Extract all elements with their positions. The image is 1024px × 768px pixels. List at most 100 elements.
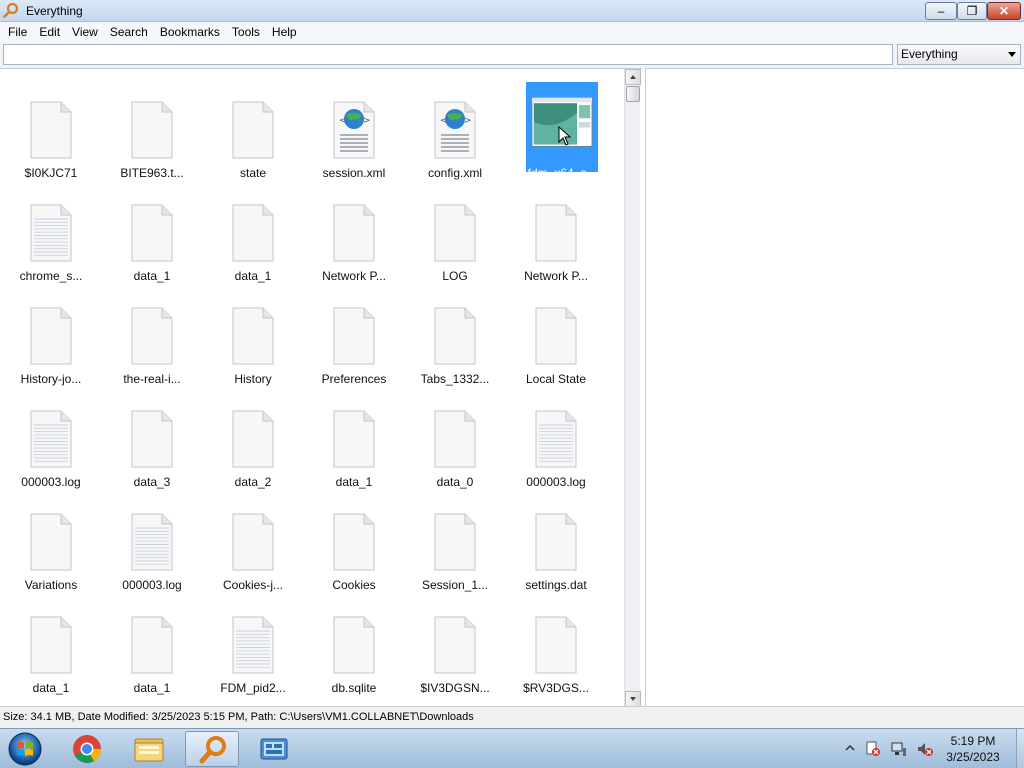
blank-file-icon <box>534 203 578 263</box>
file-item[interactable]: data_1 <box>318 391 390 489</box>
blank-file-icon <box>231 409 275 469</box>
file-item[interactable]: state <box>217 82 289 180</box>
file-name: data_3 <box>133 475 171 489</box>
close-button[interactable]: ✕ <box>987 2 1021 20</box>
file-name: History-jo... <box>20 372 82 386</box>
taskbar-control-panel[interactable] <box>247 731 301 767</box>
file-name: data_0 <box>436 475 474 489</box>
filter-dropdown[interactable]: Everything <box>897 44 1021 65</box>
file-item[interactable]: Session_1... <box>419 494 491 592</box>
blank-file-icon <box>231 203 275 263</box>
file-item[interactable]: data_1 <box>116 597 188 695</box>
scroll-down-button[interactable] <box>625 691 641 707</box>
file-name: config.xml <box>427 166 483 180</box>
menu-search[interactable]: Search <box>104 23 154 41</box>
file-item[interactable]: settings.dat <box>520 494 592 592</box>
status-bar: Size: 34.1 MB, Date Modified: 3/25/2023 … <box>0 706 1024 728</box>
file-item[interactable]: Cookies-j... <box>217 494 289 592</box>
scroll-thumb[interactable] <box>626 86 640 102</box>
blank-file-icon <box>332 615 376 675</box>
taskbar: 5:19 PM 3/25/2023 <box>0 728 1024 768</box>
file-item[interactable]: chrome_s... <box>15 185 87 283</box>
show-desktop-button[interactable] <box>1016 729 1024 768</box>
menu-file[interactable]: File <box>2 23 33 41</box>
xml-file-icon: < > <box>332 100 376 160</box>
file-item[interactable]: < > session.xml <box>318 82 390 180</box>
mouse-cursor-icon <box>558 126 572 146</box>
scroll-up-button[interactable] <box>625 69 641 85</box>
file-name: Network P... <box>524 269 588 283</box>
svg-text:<: < <box>440 116 448 126</box>
title-bar[interactable]: Everything ‒ ❐ ✕ <box>0 0 1024 22</box>
file-item[interactable]: Local State <box>520 288 592 386</box>
blank-file-icon <box>433 306 477 366</box>
file-name: Local State <box>525 372 587 386</box>
file-item[interactable]: 000003.log <box>520 391 592 489</box>
tray-expand-icon[interactable] <box>845 743 855 753</box>
file-item[interactable]: data_3 <box>116 391 188 489</box>
file-item[interactable]: History-jo... <box>15 288 87 386</box>
file-item[interactable]: BITE963.t... <box>116 82 188 180</box>
file-item[interactable]: $RV3DGS... <box>520 597 592 695</box>
maximize-button[interactable]: ❐ <box>957 2 987 20</box>
file-item[interactable]: 000003.log <box>15 391 87 489</box>
blank-file-icon <box>332 409 376 469</box>
file-item[interactable]: Cookies <box>318 494 390 592</box>
blank-file-icon <box>433 615 477 675</box>
file-item[interactable]: $IV3DGSN... <box>419 597 491 695</box>
taskbar-explorer[interactable] <box>122 731 176 767</box>
taskbar-chrome[interactable] <box>60 731 114 767</box>
file-item[interactable]: FDM_pid2... <box>217 597 289 695</box>
file-item[interactable]: Network P... <box>318 185 390 283</box>
blank-file-icon <box>29 615 73 675</box>
file-name: data_1 <box>133 681 171 695</box>
blank-file-icon <box>231 306 275 366</box>
taskbar-clock[interactable]: 5:19 PM 3/25/2023 <box>930 733 1016 765</box>
everything-app-icon <box>3 2 19 18</box>
menu-bookmarks[interactable]: Bookmarks <box>154 23 226 41</box>
svg-text:>: > <box>464 116 472 126</box>
blank-file-icon <box>231 100 275 160</box>
file-item[interactable]: LOG <box>419 185 491 283</box>
file-grid: $I0KJC71 BITE963.t... state < > session.xml < >… <box>0 69 622 707</box>
network-icon[interactable] <box>890 740 908 758</box>
menu-bar: File Edit View Search Bookmarks Tools He… <box>0 22 1024 42</box>
file-item[interactable]: $I0KJC71 <box>15 82 87 180</box>
file-item[interactable]: data_1 <box>15 597 87 695</box>
text-file-icon <box>29 203 73 263</box>
blank-file-icon <box>130 615 174 675</box>
file-item[interactable]: the-real-i... <box>116 288 188 386</box>
magnifier-icon <box>199 736 226 764</box>
file-item[interactable]: Network P... <box>520 185 592 283</box>
file-item[interactable]: 000003.log <box>116 494 188 592</box>
minimize-button[interactable]: ‒ <box>925 2 957 20</box>
windows-start-icon[interactable] <box>4 731 46 767</box>
file-name: History <box>234 372 272 386</box>
file-name: db.sqlite <box>331 681 377 695</box>
file-name: 000003.log <box>21 475 81 489</box>
clock-time: 5:19 PM <box>950 734 996 748</box>
search-input[interactable] <box>3 44 893 65</box>
action-center-icon[interactable] <box>864 740 882 758</box>
menu-view[interactable]: View <box>66 23 104 41</box>
file-item[interactable]: data_1 <box>217 185 289 283</box>
file-item[interactable]: Variations <box>15 494 87 592</box>
file-item[interactable]: < > config.xml <box>419 82 491 180</box>
text-file-icon <box>130 512 174 572</box>
file-item[interactable]: db.sqlite <box>318 597 390 695</box>
menu-edit[interactable]: Edit <box>33 23 66 41</box>
vertical-scrollbar[interactable] <box>624 69 641 707</box>
file-item[interactable]: data_1 <box>116 185 188 283</box>
file-name: FDM_pid2... <box>220 681 286 695</box>
search-row: Everything <box>0 42 1024 68</box>
blank-file-icon <box>29 100 73 160</box>
file-item[interactable]: Tabs_1332... <box>419 288 491 386</box>
file-item[interactable]: Preferences <box>318 288 390 386</box>
menu-tools[interactable]: Tools <box>226 23 266 41</box>
taskbar-everything[interactable] <box>185 731 239 767</box>
file-item[interactable]: data_2 <box>217 391 289 489</box>
file-name: 000003.log <box>526 475 586 489</box>
file-item[interactable]: History <box>217 288 289 386</box>
menu-help[interactable]: Help <box>266 23 303 41</box>
file-item[interactable]: data_0 <box>419 391 491 489</box>
